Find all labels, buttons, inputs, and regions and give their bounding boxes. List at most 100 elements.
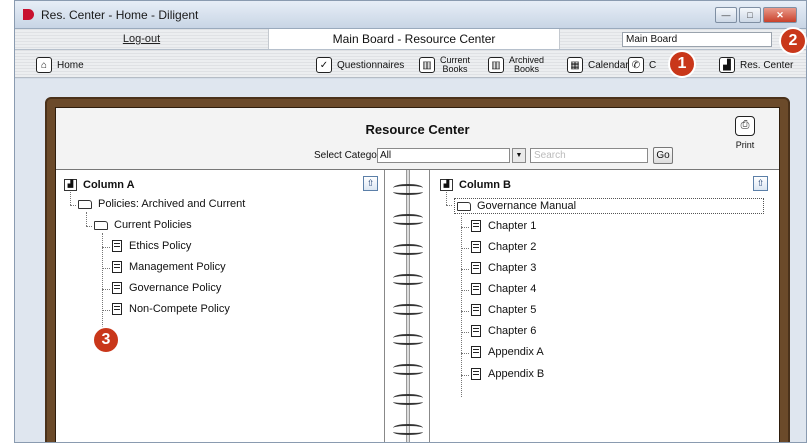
res-center-button[interactable]: ▟ Res. Center <box>719 55 793 75</box>
close-button[interactable]: ✕ <box>763 7 797 23</box>
category-select[interactable]: All <box>377 148 510 163</box>
category-label: Select Category <box>314 150 386 161</box>
window-title: Res. Center - Home - Diligent <box>41 8 199 22</box>
column-icon: ▟ <box>64 179 77 191</box>
column-b-up-button[interactable]: ⇧ <box>753 176 768 191</box>
tree-line <box>461 216 462 397</box>
folder-open-icon <box>457 201 471 211</box>
list-item[interactable]: Non-Compete Policy <box>112 303 230 315</box>
category-dropdown-button[interactable]: ▼ <box>512 148 526 163</box>
binder-ring <box>393 274 423 285</box>
tree-line <box>70 205 76 206</box>
board-select[interactable]: Main Board <box>622 32 772 47</box>
search-input[interactable]: Search <box>530 148 648 163</box>
calendar-button[interactable]: ▦ Calendar <box>567 55 629 75</box>
print-label[interactable]: Print <box>735 140 755 150</box>
list-item-label: Chapter 5 <box>488 304 537 316</box>
document-icon <box>471 262 481 274</box>
tree-line <box>461 227 469 228</box>
folder-open-icon <box>78 199 92 209</box>
minimize-button[interactable]: — <box>715 7 737 23</box>
resource-center-header: Resource Center Select Category All ▼ Se… <box>56 108 779 170</box>
list-item[interactable]: Appendix A <box>471 346 544 358</box>
column-icon: ▟ <box>440 179 453 191</box>
document-icon <box>112 282 122 294</box>
current-books-button[interactable]: ▥ Current Books <box>419 55 470 75</box>
tree-node-governance-manual[interactable]: Governance Manual <box>454 198 764 214</box>
list-item[interactable]: Chapter 4 <box>471 283 536 295</box>
list-item[interactable]: Governance Policy <box>112 282 221 294</box>
column-b-title: Column B <box>459 179 511 191</box>
contacts-button[interactable]: ✆ C <box>628 55 656 75</box>
tree-line <box>461 248 469 249</box>
home-button[interactable]: ⌂ Home <box>36 55 84 75</box>
document-icon <box>112 303 122 315</box>
tree-line <box>70 192 71 205</box>
list-item[interactable]: Chapter 5 <box>471 304 536 316</box>
list-item-label: Appendix A <box>488 346 544 358</box>
tree-node-label: Policies: Archived and Current <box>98 198 246 210</box>
board-title: Main Board - Resource Center <box>268 29 560 49</box>
list-item-label: Governance Policy <box>129 282 222 294</box>
binder-ring <box>393 364 423 375</box>
questionnaires-button[interactable]: ✓ Questionnaires <box>316 55 404 75</box>
list-item-label: Ethics Policy <box>129 240 192 252</box>
list-item-label: Chapter 4 <box>488 283 537 295</box>
title-bar: Res. Center - Home - Diligent — □ ✕ <box>15 1 806 29</box>
document-icon <box>471 220 481 232</box>
home-icon: ⌂ <box>36 57 52 73</box>
questionnaires-label: Questionnaires <box>337 59 405 71</box>
list-item[interactable]: Management Policy <box>112 261 226 273</box>
tree-line <box>86 212 87 226</box>
binder-paper: Resource Center Select Category All ▼ Se… <box>55 107 780 442</box>
book-icon: ▥ <box>419 57 435 73</box>
tree-line <box>86 226 92 227</box>
logout-link[interactable]: Log-out <box>15 29 268 49</box>
document-icon <box>471 346 481 358</box>
column-a-up-button[interactable]: ⇧ <box>363 176 378 191</box>
document-icon <box>471 325 481 337</box>
list-item[interactable]: Chapter 1 <box>471 220 536 232</box>
list-item-label: Chapter 1 <box>488 220 537 232</box>
column-b-header: ▟ Column B <box>440 179 511 191</box>
folder-open-icon <box>94 220 108 230</box>
maximize-button[interactable]: □ <box>739 7 761 23</box>
list-item-label: Chapter 3 <box>488 262 537 274</box>
main-content: Resource Center Select Category All ▼ Se… <box>15 79 806 442</box>
binder-ring <box>393 394 423 405</box>
tree-line <box>102 247 110 248</box>
chart-icon: ▟ <box>719 57 735 73</box>
header-row: Log-out Main Board - Resource Center Mai… <box>15 29 806 50</box>
home-label: Home <box>57 59 84 71</box>
binder-ring <box>393 184 423 195</box>
calendar-icon: ▦ <box>567 57 583 73</box>
tree-node-current-policies[interactable]: Current Policies <box>94 219 192 231</box>
list-item-label: Chapter 6 <box>488 325 537 337</box>
list-item[interactable]: Chapter 6 <box>471 325 536 337</box>
tree-line <box>461 269 469 270</box>
phone-icon: ✆ <box>628 57 644 73</box>
board-select-area: Main Board ▼ <box>560 29 806 49</box>
contacts-label: C <box>649 59 657 71</box>
list-item[interactable]: Chapter 2 <box>471 241 536 253</box>
list-item[interactable]: Chapter 3 <box>471 262 536 274</box>
column-a-title: Column A <box>83 179 135 191</box>
archive-book-icon: ▥ <box>488 57 504 73</box>
tree-node-policies-root[interactable]: Policies: Archived and Current <box>78 198 245 210</box>
list-item-label: Chapter 2 <box>488 241 537 253</box>
callout-1: 1 <box>668 50 696 78</box>
res-center-label: Res. Center <box>740 59 794 71</box>
tree-line <box>102 268 110 269</box>
list-item[interactable]: Ethics Policy <box>112 240 191 252</box>
tree-line <box>461 311 469 312</box>
page-title: Resource Center <box>365 122 470 137</box>
diligent-logo-icon <box>23 9 34 20</box>
list-item[interactable]: Appendix B <box>471 368 544 380</box>
archived-books-button[interactable]: ▥ Archived Books <box>488 55 544 75</box>
tree-node-label: Governance Manual <box>477 200 577 212</box>
document-icon <box>471 304 481 316</box>
go-button[interactable]: Go <box>653 147 673 164</box>
document-icon <box>112 240 122 252</box>
print-icon[interactable]: ⎙ <box>735 116 755 136</box>
tree-line <box>102 310 110 311</box>
